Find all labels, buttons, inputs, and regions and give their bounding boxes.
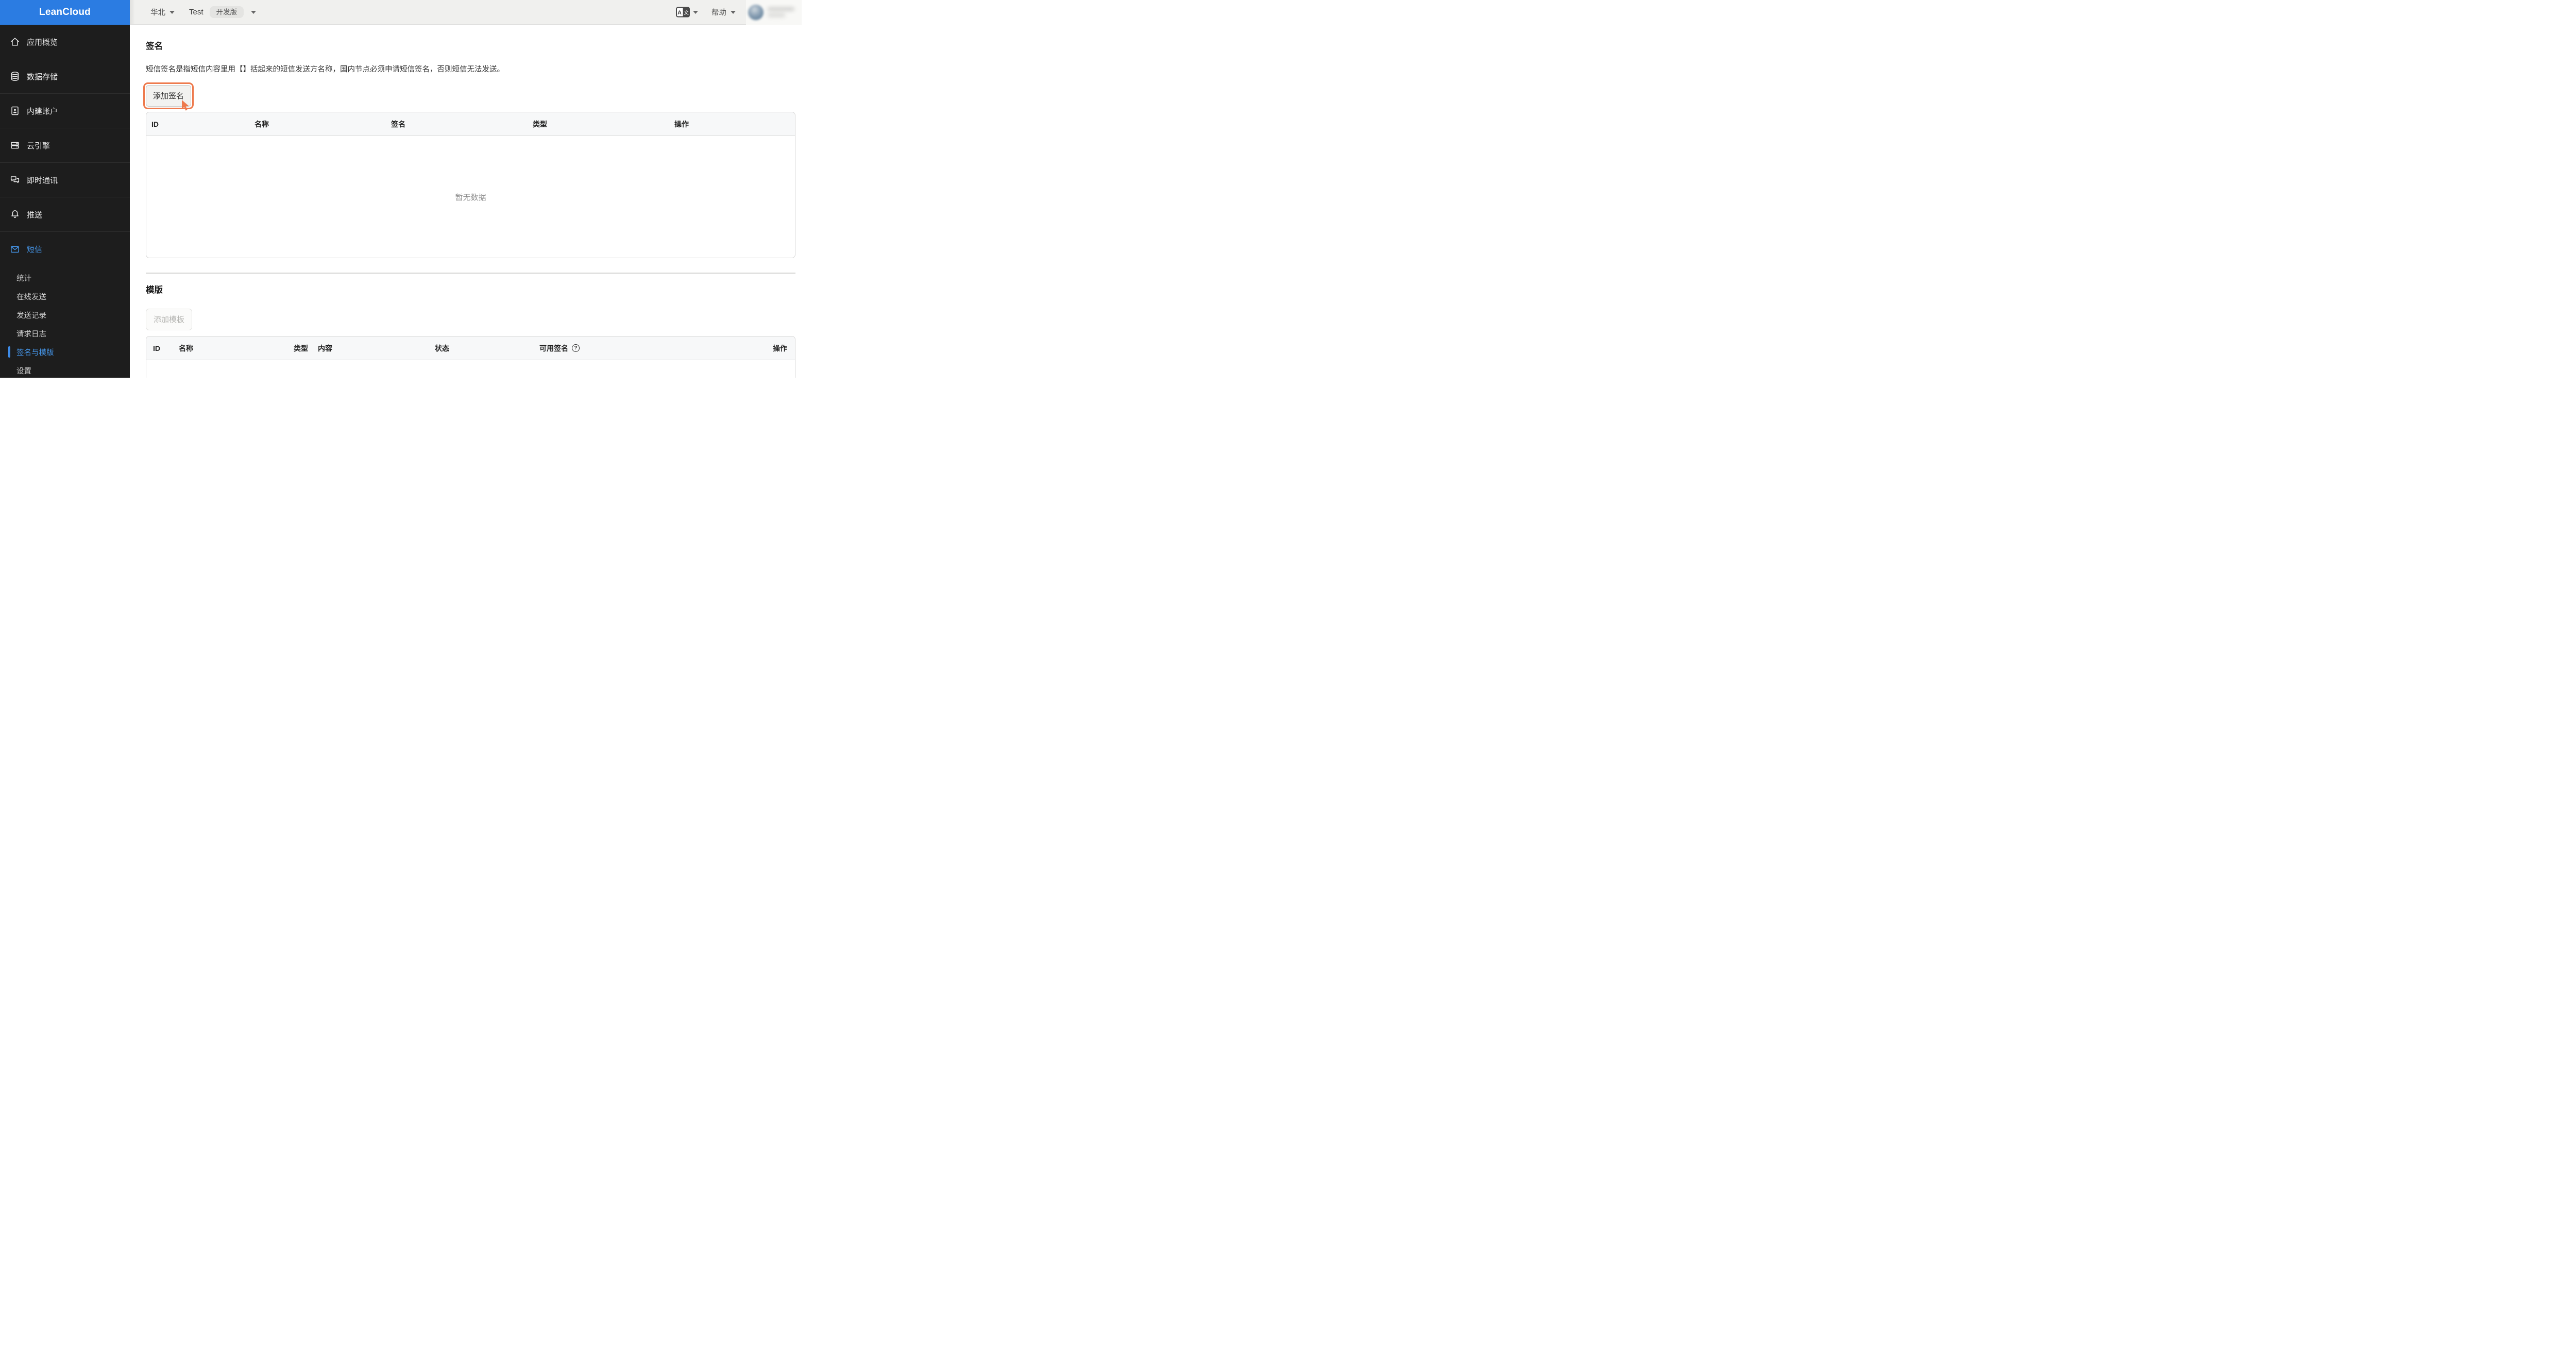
id-card-icon [9, 105, 21, 116]
svg-text:文: 文 [684, 9, 689, 16]
submenu-item-settings[interactable]: 设置 [0, 361, 130, 380]
home-icon [9, 36, 21, 47]
sidebar-item-label: 应用概览 [27, 38, 58, 47]
section-divider [146, 273, 795, 274]
sidebar-item-app-overview[interactable]: 应用概览 [0, 25, 130, 59]
app-name[interactable]: Test [189, 8, 204, 16]
submenu-item-signatures-templates[interactable]: 签名与模版 [0, 343, 130, 361]
templates-table-header: ID 名称 类型 内容 状态 可用签名 ? 操作 [146, 336, 795, 360]
submenu-item-request-logs[interactable]: 请求日志 [0, 324, 130, 343]
column-header-actions: 操作 [773, 344, 787, 352]
language-icon: A 文 [676, 7, 690, 18]
submenu-item-statistics[interactable]: 统计 [0, 268, 130, 287]
empty-state-text: 暂无数据 [455, 193, 486, 202]
help-circle-icon[interactable]: ? [572, 344, 580, 352]
click-target-highlight: 添加签名 [143, 82, 194, 111]
chevron-down-icon [731, 10, 736, 14]
sidebar-item-label: 云引擎 [27, 141, 50, 150]
column-header-available-signatures: 可用签名 ? [533, 343, 659, 353]
bell-icon [9, 209, 21, 220]
submenu-item-online-send[interactable]: 在线发送 [0, 287, 130, 306]
main-content: 签名 短信签名是指短信内容里用【】括起来的短信发送方名称，国内节点必须申请短信签… [130, 25, 802, 378]
signature-description: 短信签名是指短信内容里用【】括起来的短信发送方名称，国内节点必须申请短信签名，否… [146, 65, 504, 74]
sidebar-main-nav: 应用概览 数据存储 内建账户 云引擎 即时通讯 推送 短信 [0, 25, 130, 266]
sidebar-item-label: 内建账户 [27, 107, 58, 116]
user-menu[interactable] [746, 0, 802, 25]
region-selector[interactable]: 华北 [150, 7, 175, 18]
env-badge[interactable]: 开发版 [209, 6, 244, 19]
server-icon [9, 140, 21, 151]
sidebar-item-data-storage[interactable]: 数据存储 [0, 59, 130, 94]
avatar [748, 4, 764, 20]
region-label: 华北 [150, 9, 165, 17]
leancloud-console: LeanCloud 应用概览 数据存储 内建账户 云引擎 即时通讯 推送 短信 … [0, 0, 802, 378]
sidebar-item-label: 数据存储 [27, 72, 58, 81]
sidebar-item-label: 推送 [27, 210, 43, 220]
templates-table: ID 名称 类型 内容 状态 可用签名 ? 操作 [146, 336, 795, 378]
cursor-icon [182, 100, 189, 111]
chevron-down-icon [693, 10, 698, 14]
column-header-id: ID [151, 120, 159, 128]
sidebar-item-label: 短信 [27, 245, 43, 254]
sidebar-item-sms[interactable]: 短信 [0, 232, 130, 266]
database-icon [9, 71, 21, 82]
sidebar-item-instant-messaging[interactable]: 即时通讯 [0, 163, 130, 197]
topbar: 华北 Test 开发版 A 文 帮助 [130, 0, 802, 25]
column-header-id: ID [153, 344, 160, 352]
submenu-item-send-records[interactable]: 发送记录 [0, 306, 130, 324]
help-label: 帮助 [711, 9, 726, 17]
chat-icon [9, 174, 21, 186]
svg-text:A: A [677, 10, 682, 16]
add-template-button[interactable]: 添加模板 [146, 309, 192, 330]
column-header-name: 名称 [179, 344, 193, 352]
column-header-type: 类型 [533, 120, 547, 128]
template-section-title: 模版 [146, 285, 163, 295]
column-header-type: 类型 [294, 344, 308, 352]
signature-section-title: 签名 [146, 42, 163, 51]
sidebar-sms-submenu: 统计 在线发送 发送记录 请求日志 签名与模版 设置 [0, 266, 130, 380]
leancloud-logo[interactable]: LeanCloud [0, 0, 130, 25]
help-menu[interactable]: 帮助 [711, 7, 736, 18]
column-header-signature: 签名 [391, 120, 405, 128]
user-name-blurred [768, 7, 794, 17]
chevron-down-icon [170, 10, 175, 14]
topbar-right: A 文 帮助 [676, 0, 802, 25]
sidebar-item-builtin-accounts[interactable]: 内建账户 [0, 94, 130, 128]
sidebar-item-label: 即时通讯 [27, 176, 58, 185]
sidebar: LeanCloud 应用概览 数据存储 内建账户 云引擎 即时通讯 推送 短信 … [0, 0, 130, 378]
mail-icon [9, 244, 21, 255]
language-selector[interactable]: A 文 [676, 7, 698, 18]
chevron-down-icon[interactable] [251, 10, 257, 14]
column-header-status: 状态 [435, 344, 449, 352]
column-header-actions: 操作 [674, 120, 689, 128]
signatures-table-header: ID 名称 签名 类型 操作 [146, 112, 795, 136]
sidebar-item-cloud-engine[interactable]: 云引擎 [0, 128, 130, 163]
column-header-content: 内容 [318, 344, 332, 352]
column-header-name: 名称 [255, 120, 269, 128]
signatures-table: ID 名称 签名 类型 操作 暂无数据 [146, 112, 795, 258]
sidebar-item-push[interactable]: 推送 [0, 197, 130, 232]
